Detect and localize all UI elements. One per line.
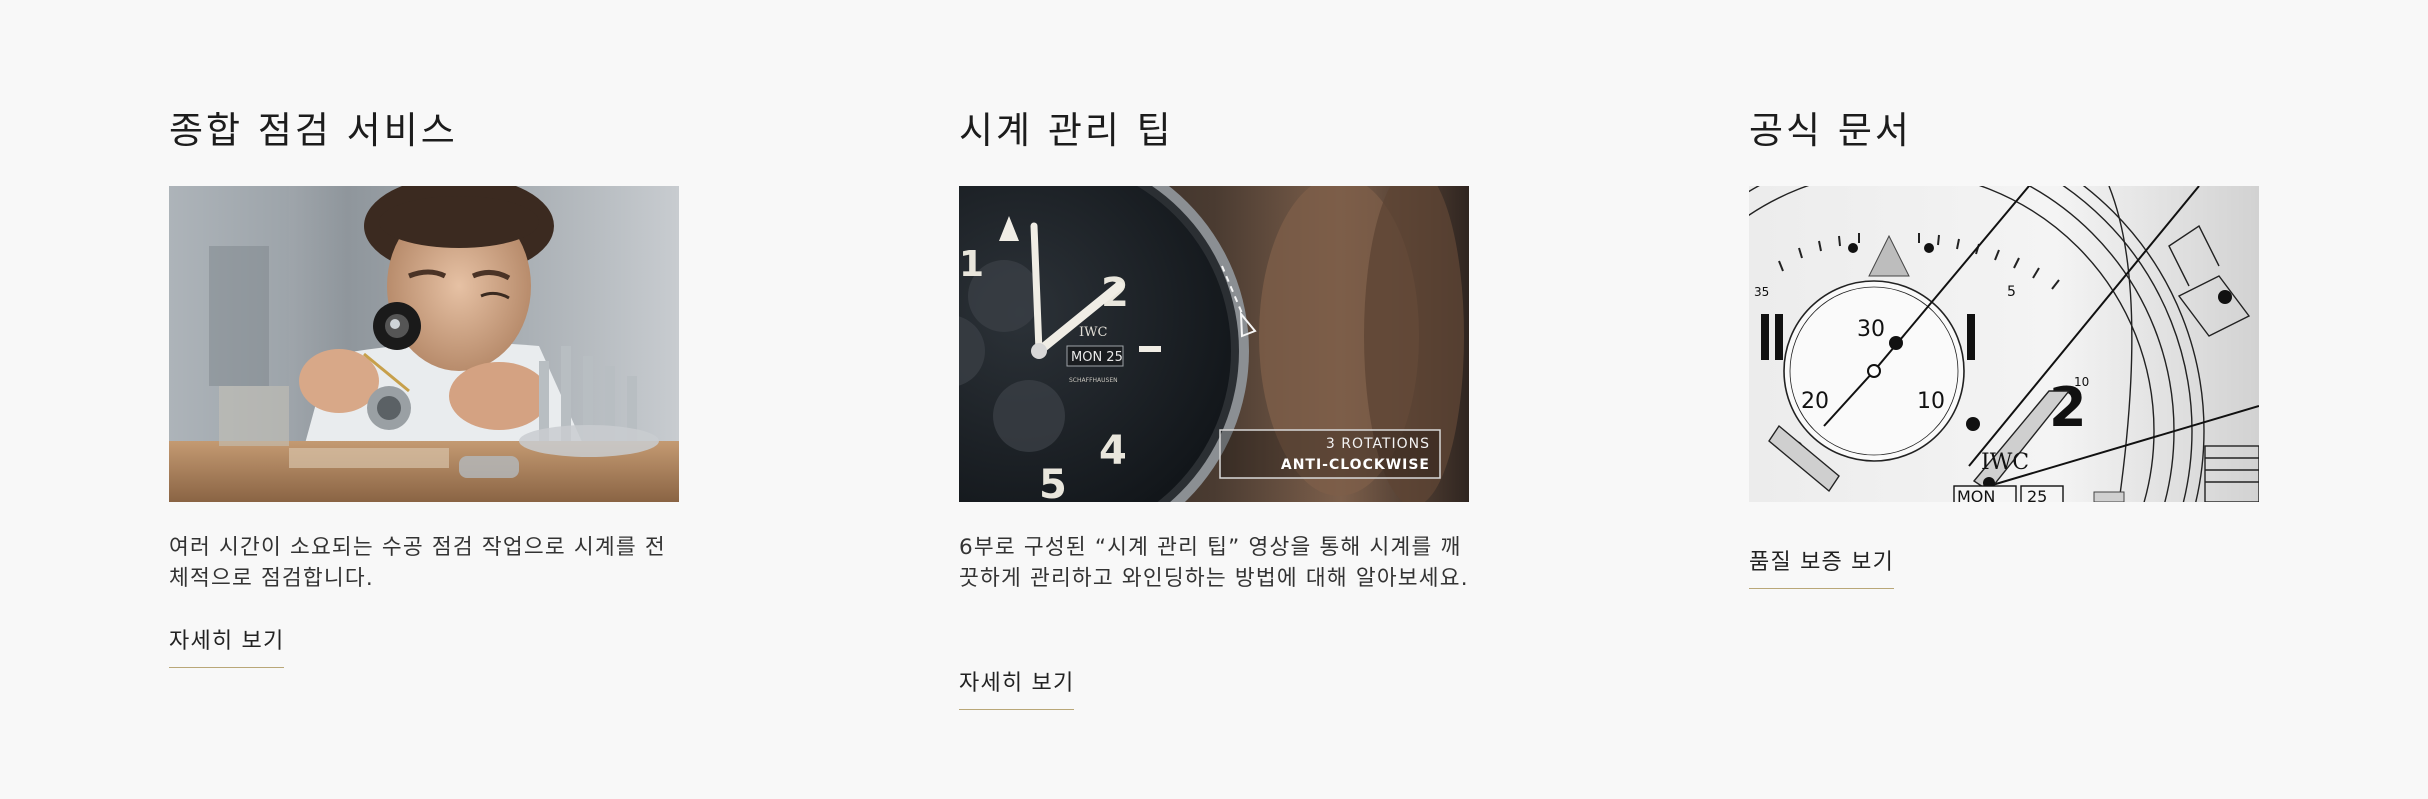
card-title: 공식 문서 xyxy=(1749,109,1912,152)
drawing-brand: IWC xyxy=(1981,450,2029,475)
card-title: 종합 점검 서비스 xyxy=(169,109,458,152)
subdial-30: 30 xyxy=(1857,317,1885,342)
drawing-numeral-10: 10 xyxy=(2074,375,2089,389)
svg-text:1: 1 xyxy=(959,244,984,285)
dial-date: MON 25 xyxy=(1071,350,1123,365)
drawing-date-day: MON xyxy=(1957,487,1995,502)
card-description: 6부로 구성된 “시계 관리 팁” 영상을 통해 시계를 깨끗하게 관리하고 와… xyxy=(959,535,1469,591)
card-description: 여러 시간이 소요되는 수공 점검 작업으로 시계를 전체적으로 점검합니다. xyxy=(169,535,666,591)
technical-drawing-image: 2 5 10 35 30 20 10 IWC MON 25 xyxy=(1749,186,2259,502)
dial-maker: SCHAFFHAUSEN xyxy=(1069,377,1118,384)
card-title: 시계 관리 팁 xyxy=(959,109,1174,152)
dial-brand: IWC xyxy=(1079,325,1107,340)
svg-text:4: 4 xyxy=(1099,428,1127,474)
drawing-numeral-35: 35 xyxy=(1754,285,1769,299)
subdial-20: 20 xyxy=(1801,389,1829,414)
learn-more-link[interactable]: 자세히 보기 xyxy=(959,665,1075,710)
subdial-10: 10 xyxy=(1917,389,1945,414)
watchmaker-image xyxy=(169,186,679,502)
learn-more-link[interactable]: 자세히 보기 xyxy=(169,623,285,668)
watch-care-video-image: 2 4 5 1 IWC MON 25 SCHAFFHAUSEN xyxy=(959,186,1469,502)
drawing-numeral-5: 5 xyxy=(2007,284,2016,300)
drawing-date-num: 25 xyxy=(2027,487,2047,502)
overlay-line2: ANTI-CLOCKWISE xyxy=(1281,457,1430,473)
overlay-line1: 3 ROTATIONS xyxy=(1326,436,1430,452)
view-warranty-link[interactable]: 품질 보증 보기 xyxy=(1749,544,1895,589)
svg-text:5: 5 xyxy=(1039,462,1067,502)
